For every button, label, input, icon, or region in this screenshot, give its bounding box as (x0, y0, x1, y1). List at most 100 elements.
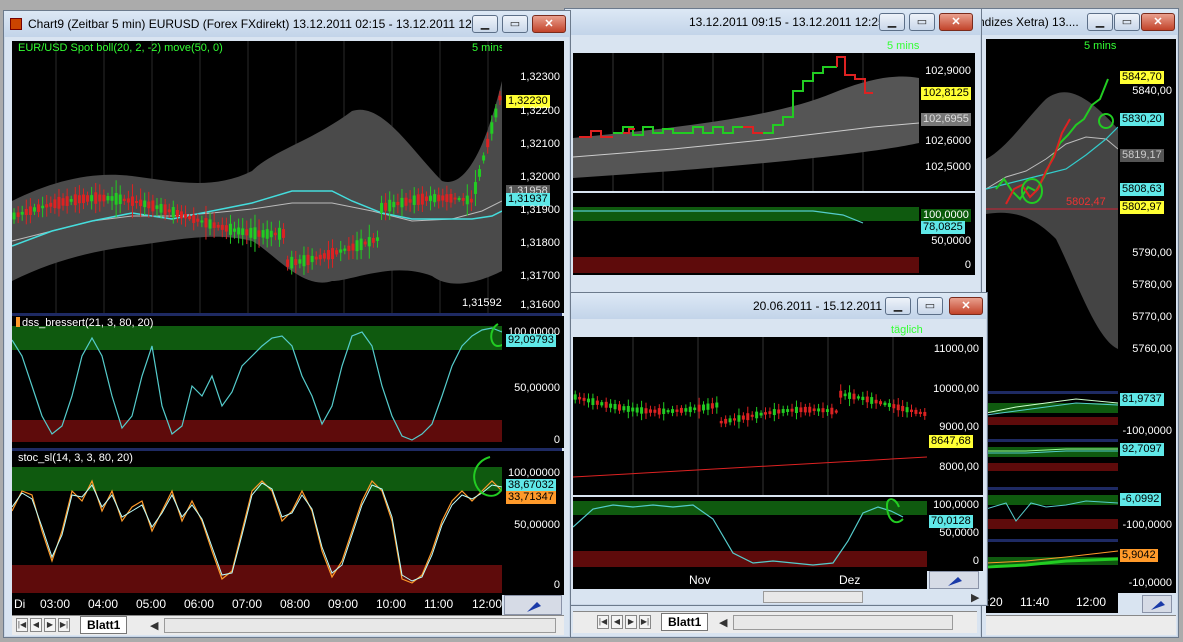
candle-body (110, 196, 114, 201)
horizontal-scrollbar[interactable] (164, 618, 556, 633)
pin-icon[interactable] (929, 571, 979, 589)
candle-body (604, 401, 608, 408)
candle-body (613, 403, 617, 410)
close-button[interactable]: ✕ (532, 15, 566, 33)
minimize-button[interactable]: ▁ (879, 13, 905, 31)
pin-icon[interactable] (1142, 595, 1172, 613)
candle-body (310, 255, 314, 263)
candle-body (224, 225, 228, 232)
maximize-button[interactable]: ▭ (917, 297, 943, 315)
candle-body (384, 202, 388, 211)
candle-body (412, 195, 416, 206)
price-tick: 1,32200 (520, 105, 560, 117)
price-tick: 102,6000 (925, 135, 971, 147)
next-sheet-button[interactable]: ▶ (625, 615, 637, 629)
window-titlebar[interactable]: Chart9 (Zeitbar 5 min) EURUSD (Forex FXd… (4, 11, 570, 37)
candle-body (53, 199, 57, 209)
horizontal-scrollbar[interactable] (733, 615, 953, 630)
pin-icon[interactable] (504, 595, 562, 615)
chart-window-xetra[interactable]: ndizes Xetra) 13.... ▁ ▭ ✕ 5802,47 5842,… (955, 8, 1179, 638)
candle-body (684, 408, 688, 412)
chart-window-eurusd[interactable]: Chart9 (Zeitbar 5 min) EURUSD (Forex FXd… (3, 10, 571, 638)
month-axis: Nov Dez (573, 571, 927, 589)
indicator-tick: -100,0000 (1122, 519, 1172, 531)
window-titlebar[interactable]: 13.12.2011 09:15 - 13.12.2011 12:25 ▁ ▭ … (565, 9, 981, 35)
horizontal-scrollbar[interactable] (763, 591, 863, 603)
close-button[interactable]: ✕ (949, 297, 983, 315)
candle-body (635, 407, 639, 413)
chart-window-daily[interactable]: 20.06.2011 - 15.12.2011 ▁ ▭ ✕ täglich 11… (566, 292, 988, 606)
candle-body (371, 238, 375, 243)
scroll-right-icon[interactable]: ▶ (971, 591, 979, 604)
time-label: 04:00 (88, 597, 119, 611)
price-tag: 5802,97 (1120, 201, 1164, 214)
candle-body (879, 401, 883, 405)
maximize-button[interactable]: ▭ (502, 15, 528, 33)
maximize-button[interactable]: ▭ (1114, 13, 1140, 31)
dss-indicator-chart[interactable]: dss_bressert(21, 3, 80, 20) (12, 316, 502, 448)
candle-body (302, 255, 306, 267)
price-chart-daily[interactable] (573, 337, 927, 495)
window-titlebar[interactable]: ndizes Xetra) 13.... ▁ ▭ ✕ (956, 9, 1178, 35)
candle-body (790, 408, 794, 412)
scroll-left-icon[interactable]: ◀ (150, 619, 158, 632)
sheet-tab-blatt1[interactable]: Blatt1 (661, 613, 709, 631)
prev-sheet-button[interactable]: ◀ (611, 615, 623, 629)
candle-body (461, 197, 465, 201)
price-chart-bund[interactable] (573, 53, 919, 191)
price-tick: 1,32100 (520, 138, 560, 150)
next-sheet-button[interactable]: ▶ (44, 618, 56, 632)
candle-body (37, 204, 41, 212)
minimize-button[interactable]: ▁ (1087, 13, 1113, 31)
close-button[interactable]: ✕ (939, 13, 973, 31)
candle-body (298, 259, 302, 264)
price-chart-eurusd[interactable]: EUR/USD Spot boll(20, 2, -2) move(50, 0)… (12, 41, 502, 313)
time-label: 03:00 (40, 597, 71, 611)
last-sheet-button[interactable]: ▶| (58, 618, 70, 632)
candle-body (910, 409, 914, 412)
candle-body (648, 409, 652, 413)
candle-body (126, 198, 130, 203)
maximize-button[interactable]: ▭ (909, 13, 935, 31)
sheet-tab-blatt1[interactable]: Blatt1 (80, 616, 128, 634)
candle-body (441, 195, 445, 201)
candle-body (228, 223, 232, 235)
minimize-button[interactable]: ▁ (472, 15, 498, 33)
last-sheet-button[interactable]: ▶| (639, 615, 651, 629)
candle-body (457, 197, 461, 200)
price-chart-xetra[interactable]: 5802,47 (986, 39, 1118, 391)
candle-body (163, 204, 167, 215)
candle-body (90, 195, 94, 202)
candle-body (400, 197, 404, 208)
indicator-chart-bund[interactable] (573, 193, 919, 275)
candle-body (339, 249, 343, 253)
stochastic-indicator-chart[interactable]: stoc_sl(14, 3, 3, 80, 20) (12, 451, 502, 595)
first-sheet-button[interactable]: |◀ (16, 618, 28, 632)
indicator-chart-daily[interactable] (573, 497, 927, 571)
close-button[interactable]: ✕ (1141, 13, 1175, 31)
window-titlebar[interactable]: 20.06.2011 - 15.12.2011 ▁ ▭ ✕ (567, 293, 987, 319)
candle-body (617, 404, 621, 411)
time-label: 12:00 (1076, 595, 1107, 609)
candle-body (57, 196, 61, 209)
indicator-panes-xetra[interactable] (986, 391, 1118, 593)
time-label: 05:00 (136, 597, 167, 611)
candle-body (901, 405, 905, 412)
candle-body (363, 241, 367, 245)
candle-body (49, 202, 53, 207)
indicator-tag: 5,9042 (1120, 549, 1158, 562)
price-tick: 5780,00 (1132, 279, 1172, 291)
candle-body (184, 213, 188, 219)
first-sheet-button[interactable]: |◀ (597, 615, 609, 629)
daily-candles-plot (573, 337, 927, 495)
candle-body (905, 407, 909, 413)
candle-body (331, 248, 335, 260)
scroll-left-icon[interactable]: ◀ (719, 616, 727, 629)
candle-body (830, 407, 834, 415)
candle-body (249, 227, 253, 238)
candle-body (143, 200, 147, 208)
time-axis-xetra: :20 11:40 12:00 (986, 593, 1118, 613)
prev-sheet-button[interactable]: ◀ (30, 618, 42, 632)
indicator-tick: 0 (553, 579, 560, 591)
minimize-button[interactable]: ▁ (885, 297, 911, 315)
